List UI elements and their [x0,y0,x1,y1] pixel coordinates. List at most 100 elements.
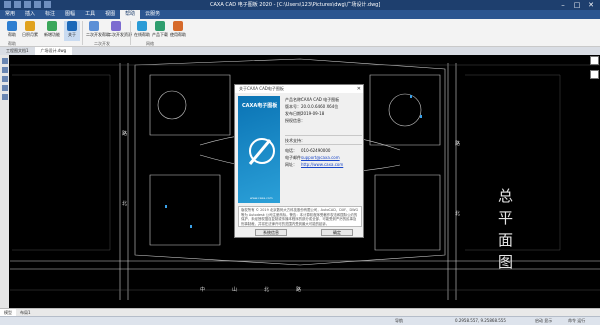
line-tool-icon[interactable] [1,67,8,73]
tab-view[interactable]: 视图 [100,10,120,19]
contact-row: 电话： 010-62490000 [285,148,330,154]
sdk-resource-button[interactable]: 二次开发资源 [108,21,132,41]
help-icon [7,21,17,31]
ribbon-separator [82,21,83,45]
about-dialog: 关于CAXA CAD电子图板 ✕ CAXA电子图板 www.caxa.com 产… [234,84,364,238]
whats-new-label: 新增功能 [44,32,60,37]
new-feature-icon [47,21,57,31]
ribbon-panel: 帮助 日积月累 新增功能 关于 帮助 二次开发帮助 二次开发资源 二次开发 在线… [0,19,600,47]
info-value: CAXA CAD 电子图板 [301,97,340,102]
maximize-button[interactable]: □ [570,0,584,10]
tab-insert[interactable]: 插入 [20,10,40,19]
tab-annotate[interactable]: 标注 [40,10,60,19]
drawing-title-char: 图 [498,253,514,271]
usage-help-label: 使用帮助 [170,32,186,37]
ribbon-separator [130,21,131,45]
display-mode[interactable]: 启动 显示 [535,318,552,324]
status-bar: 导航 0.2958.557, 9.25868.555 启动 显示 命令 运行 [0,316,600,325]
tips-button[interactable]: 日积月累 [22,21,38,41]
lightbulb-icon [25,21,35,31]
quick-access-toolbar [4,1,51,8]
dialog-title: 关于CAXA CAD电子图板 [239,86,284,91]
road-label: 北 [455,211,461,217]
about-label: 关于 [68,32,76,37]
mode-indicator[interactable]: 导航 [395,318,403,324]
tab-tools[interactable]: 工具 [80,10,100,19]
contact-label: 网址： [285,162,297,167]
window-title: CAXA CAD 电子图板 2020 - [C:\Users\123\Pictu… [210,2,381,8]
command-status[interactable]: 命令 运行 [568,318,585,324]
divider [285,135,362,136]
sdk-resource-label: 二次开发资源 [108,32,132,37]
splash-url: www.caxa.com [250,196,273,200]
rect-tool-icon[interactable] [1,94,8,100]
app-menu-icon[interactable] [4,1,11,8]
splash-image: CAXA电子图板 www.caxa.com [238,96,280,203]
open-file-icon[interactable] [24,1,31,8]
sdk-help-button[interactable]: 二次开发帮助 [86,21,110,41]
title-bar: CAXA CAD 电子图板 2020 - [C:\Users\123\Pictu… [0,0,600,10]
about-button[interactable]: 关于 [64,21,80,41]
circle-tool-icon[interactable] [1,76,8,82]
select-tool-icon[interactable] [1,58,8,64]
tab-sheet[interactable]: 图幅 [60,10,80,19]
info-row: 发布日期： 2019-09-18 [285,111,324,117]
website-link[interactable]: http://www.caxa.com [301,162,343,167]
ok-button[interactable]: 确定 [321,229,353,236]
help-label: 帮助 [8,32,16,37]
tab-home[interactable]: 常用 [0,10,20,19]
road-label: 路 [122,131,128,137]
coordinate-readout: 0.2958.557, 9.25868.555 [455,318,506,323]
minimize-button[interactable]: – [556,0,570,10]
download-label: 产品下载 [152,32,168,37]
road-label: 山 [232,287,238,293]
layout-tab-layout1[interactable]: 布局1 [16,309,35,316]
undo-icon[interactable] [44,1,51,8]
layout-tab-model[interactable]: 模型 [0,309,16,316]
globe-icon [137,21,147,31]
window-controls: – □ ✕ [556,0,598,10]
arc-tool-icon[interactable] [1,85,8,91]
sdk-help-icon [89,21,99,31]
contact-label: 电话： [285,148,297,153]
doc-tab-1[interactable]: 工程图文档1 [0,47,35,55]
dialog-close-button[interactable]: ✕ [357,85,361,93]
dialog-title-bar: 关于CAXA CAD电子图板 ✕ [235,85,363,93]
info-value: 2019-09-18 [301,111,325,116]
system-info-button[interactable]: 系统信息 [255,229,287,236]
book-icon [173,21,183,31]
road-label: 北 [122,201,128,207]
contact-row: 网址： http://www.caxa.com [285,162,343,168]
close-button[interactable]: ✕ [584,0,598,10]
layout-tabs: 模型 布局1 [0,308,600,316]
new-file-icon[interactable] [14,1,21,8]
info-icon [67,21,77,31]
phone-value: 010-62490000 [301,148,331,153]
drawing-title-char: 平 [498,209,514,227]
viewcube-icon[interactable] [590,56,599,65]
info-row: 授权信息： [285,118,305,124]
doc-tab-2[interactable]: 广场设计.dwg [34,47,73,55]
drawing-title-char: 面 [498,231,514,249]
tips-label: 日积月累 [22,32,38,37]
whats-new-button[interactable]: 新增功能 [44,21,60,41]
info-label: 授权信息： [285,118,305,123]
email-link[interactable]: support@caxa.com [301,155,340,160]
tab-help[interactable]: 帮助 [120,10,141,19]
divider [285,144,362,145]
usage-help-button[interactable]: 使用帮助 [170,21,186,41]
road-label: 路 [296,287,302,293]
ribbon-tabs: 常用 插入 标注 图幅 工具 视图 帮助 云服务 [0,10,600,19]
sdk-help-label: 二次开发帮助 [86,32,110,37]
road-label: 北 [264,287,270,293]
save-icon[interactable] [34,1,41,8]
drawing-title-char: 总 [498,187,514,205]
online-help-button[interactable]: 在线帮助 [134,21,150,41]
road-label: 路 [455,141,461,147]
pan-icon[interactable] [590,70,599,79]
caxa-logo-icon [248,138,275,165]
contact-row: 电子邮件： support@caxa.com [285,155,340,161]
help-button[interactable]: 帮助 [4,21,20,41]
download-button[interactable]: 产品下载 [152,21,168,41]
tab-cloud[interactable]: 云服务 [140,10,165,19]
